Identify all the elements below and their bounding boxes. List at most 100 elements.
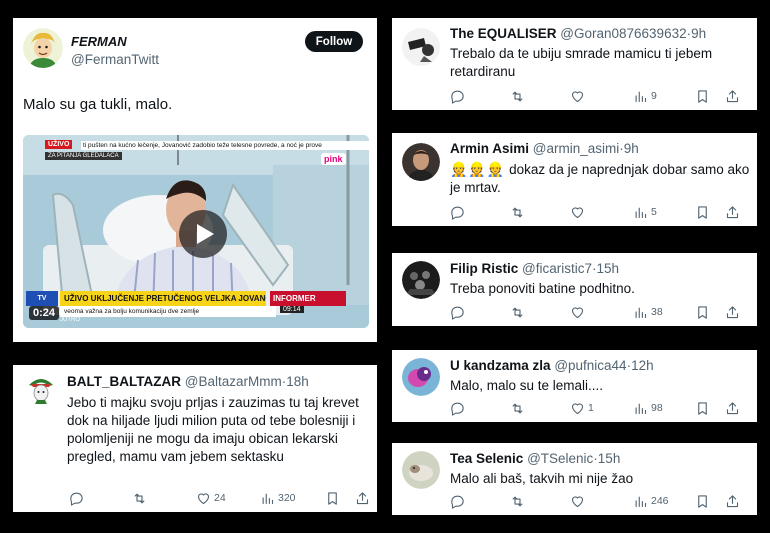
author-handle[interactable]: @FermanTwitt	[71, 52, 159, 67]
action-bar: 38	[450, 304, 750, 320]
like-count: 24	[214, 492, 226, 504]
like-icon[interactable]	[570, 88, 588, 104]
reply-avatar[interactable]	[402, 358, 440, 396]
author-handle[interactable]: @BaltazarMmm	[185, 374, 282, 389]
view-count: 98	[651, 402, 663, 414]
channel-logo: TV	[26, 291, 58, 306]
reply-text-block: Treba ponoviti batine podhitno.	[450, 280, 750, 298]
reply-text-block: 👷👷👷 dokaz da je naprednjak dobar samo ak…	[450, 160, 750, 197]
retweet-icon[interactable]	[510, 88, 525, 104]
view-count: 320	[278, 492, 296, 504]
emoji-row: 👷👷👷	[450, 161, 506, 177]
ticker-top: ti pušten na kućno lečenje, Jovanović za…	[81, 141, 369, 150]
ticker-bottom: veoma važna za bolju komunikaciju dve ze…	[60, 306, 276, 317]
share-icon[interactable]	[355, 490, 370, 506]
post-time[interactable]: 9h	[624, 141, 639, 156]
share-icon[interactable]	[725, 493, 740, 509]
view-count: 246	[651, 495, 669, 507]
reply-card: Tea Selenic @TSelenic·15h Malo ali baš, …	[392, 443, 757, 515]
author-name[interactable]: The EQUALISER	[450, 26, 557, 41]
views-icon[interactable]: 98	[633, 400, 663, 416]
channel-show: JUTRO	[60, 317, 80, 323]
retweet-icon[interactable]	[510, 204, 525, 220]
bookmark-icon[interactable]	[695, 493, 710, 509]
reply-text: Treba ponoviti batine podhitno.	[450, 281, 635, 296]
baltazar-avatar[interactable]	[25, 373, 57, 405]
views-icon[interactable]: 320	[260, 490, 296, 506]
share-icon[interactable]	[725, 88, 740, 104]
post-time[interactable]: 18h	[286, 374, 309, 389]
share-icon[interactable]	[725, 400, 740, 416]
informer-logo: INFORMER	[270, 291, 346, 306]
bookmark-icon[interactable]	[695, 400, 710, 416]
reply-card: Armin Asimi @armin_asimi·9h 👷👷👷 dokaz da…	[392, 133, 757, 226]
like-icon[interactable]: 24	[196, 490, 226, 506]
video-player[interactable]: UŽIVO ti pušten na kućno lečenje, Jovano…	[23, 135, 369, 328]
main-tweet-card: FERMAN @FermanTwitt Follow Malo su ga tu…	[13, 18, 377, 342]
views-icon[interactable]: 38	[633, 304, 663, 320]
views-icon[interactable]: 9	[633, 88, 657, 104]
post-time[interactable]: 12h	[631, 358, 654, 373]
share-icon[interactable]	[725, 204, 740, 220]
reply-text: Malo, malo su te lemali....	[450, 378, 604, 393]
reply-icon[interactable]	[450, 304, 465, 320]
author-name[interactable]: Tea Selenic	[450, 451, 523, 466]
reply-text: Malo ali baš, takvih mi nije žao	[450, 471, 634, 486]
reply-avatar[interactable]	[402, 28, 440, 66]
like-count: 1	[588, 402, 594, 414]
like-icon[interactable]: 1	[570, 400, 594, 416]
retweet-icon[interactable]	[510, 400, 525, 416]
share-icon[interactable]	[725, 304, 740, 320]
reply-icon[interactable]	[69, 490, 84, 506]
like-icon[interactable]	[570, 493, 588, 509]
views-icon[interactable]: 5	[633, 204, 657, 220]
author-name[interactable]: Armin Asimi	[450, 141, 529, 156]
reply-icon[interactable]	[450, 204, 465, 220]
author-name[interactable]: U kandzama zla	[450, 358, 551, 373]
action-bar: 5	[450, 204, 750, 220]
reply-card-baltazar: BALT_BALTAZAR @BaltazarMmm·18h Jebo ti m…	[13, 365, 377, 512]
view-count: 9	[651, 90, 657, 102]
reply-text-block: Malo ali baš, takvih mi nije žao	[450, 470, 750, 488]
video-timecode: 0:24	[29, 306, 60, 320]
reply-card: Filip Ristic @ficaristic7·15h Treba pono…	[392, 253, 757, 326]
action-bar: 1 98	[450, 400, 750, 416]
author-name[interactable]: BALT_BALTAZAR	[67, 374, 181, 389]
author-handle[interactable]: @Goran0876639632	[560, 26, 686, 41]
like-icon[interactable]	[570, 204, 588, 220]
follow-button[interactable]: Follow	[305, 31, 363, 52]
play-icon[interactable]	[179, 210, 227, 258]
author-name[interactable]: FERMAN	[71, 34, 127, 49]
author-handle[interactable]: @pufnica44	[554, 358, 626, 373]
retweet-icon[interactable]	[132, 490, 147, 506]
reply-icon[interactable]	[450, 400, 465, 416]
reply-avatar[interactable]	[402, 451, 440, 489]
author-handle[interactable]: @ficaristic7	[522, 261, 592, 276]
action-bar: 9	[450, 88, 750, 104]
bookmark-icon[interactable]	[695, 88, 710, 104]
view-count: 38	[651, 306, 663, 318]
author-handle[interactable]: @TSelenic	[527, 451, 593, 466]
views-icon[interactable]: 246	[633, 493, 669, 509]
like-icon[interactable]	[570, 304, 588, 320]
reply-icon[interactable]	[450, 88, 465, 104]
view-count: 5	[651, 206, 657, 218]
retweet-icon[interactable]	[510, 304, 525, 320]
bookmark-icon[interactable]	[695, 304, 710, 320]
tweet-text: Malo su ga tukli, malo.	[23, 96, 173, 113]
reply-card: U kandzama zla @pufnica44·12h Malo, malo…	[392, 350, 757, 422]
reply-avatar[interactable]	[402, 261, 440, 299]
reply-icon[interactable]	[450, 493, 465, 509]
reply-avatar[interactable]	[402, 143, 440, 181]
bookmark-icon[interactable]	[325, 490, 340, 506]
retweet-icon[interactable]	[510, 493, 525, 509]
author-handle[interactable]: @armin_asimi	[533, 141, 619, 156]
action-bar: 24 320	[69, 490, 369, 506]
post-time[interactable]: 9h	[691, 26, 706, 41]
author-name[interactable]: Filip Ristic	[450, 261, 518, 276]
ferman-avatar[interactable]	[23, 28, 63, 68]
post-time[interactable]: 15h	[597, 261, 620, 276]
post-time[interactable]: 15h	[598, 451, 621, 466]
ticker-sub: ZA PITANJA GLEDALACA	[45, 152, 122, 160]
bookmark-icon[interactable]	[695, 204, 710, 220]
